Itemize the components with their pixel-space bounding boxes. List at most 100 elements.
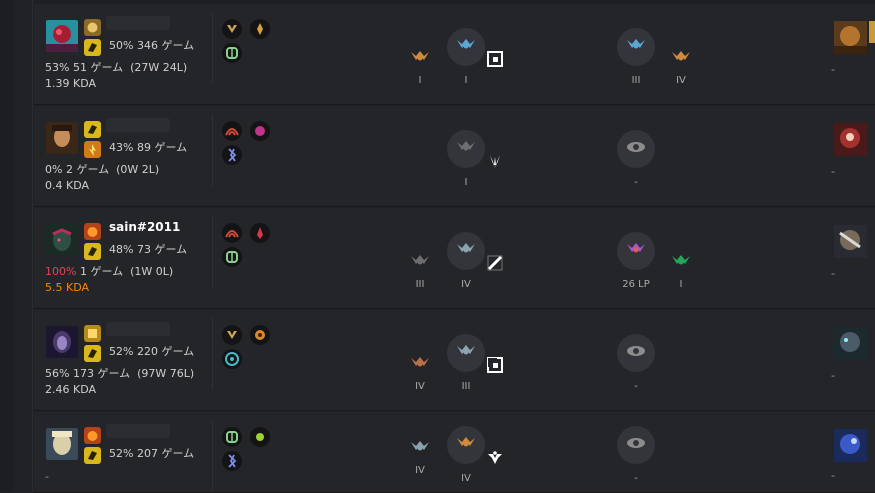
recent-record: - [45, 470, 49, 483]
rank-emblem-icon [411, 441, 429, 451]
rank-tier: IV [676, 75, 686, 86]
champion-winrate: 50% 346 ゲーム [109, 39, 195, 52]
player-row[interactable]: 52% 220 ゲーム 56% 173 ゲーム (97W 76L) 2.46 K… [34, 310, 875, 411]
rank-tier: III [415, 279, 425, 290]
rank-badge-unranked [617, 426, 655, 464]
rank-tier: IV [415, 465, 425, 476]
enemy-stat: - [831, 469, 835, 482]
resolve-rune-icon [222, 427, 242, 447]
rank-tier: I [464, 177, 468, 188]
enemy-stat: - [831, 165, 835, 178]
left-sidebar [0, 0, 14, 492]
summoner-spell-icon [84, 345, 101, 362]
secondary-rune-icon [250, 427, 270, 447]
divider [212, 318, 213, 390]
champion-icon[interactable] [46, 428, 78, 460]
rank-tier: I [418, 75, 422, 86]
divider [212, 114, 213, 186]
rank-tier: IV [461, 279, 471, 290]
enemy-champion-icon[interactable] [834, 429, 867, 462]
champion-icon[interactable] [46, 122, 78, 154]
enemy-stat: - [831, 267, 835, 280]
summoner-spell-icon [84, 243, 101, 260]
rank-tier: III [631, 75, 641, 86]
recent-record: 56% 173 ゲーム (97W 76L) [45, 367, 195, 380]
kda: 5.5 KDA [45, 281, 90, 294]
rank-tier: IV [415, 381, 425, 392]
domination-rune-icon [222, 121, 242, 141]
sorcery-rune-icon [222, 145, 242, 165]
rank-emblem-icon [411, 255, 429, 265]
player-row[interactable]: sain#2011 48% 73 ゲーム 100% 1 ゲーム (1W 0L) … [34, 208, 875, 309]
secondary-rune-icon [250, 121, 270, 141]
position-support-icon [488, 451, 502, 464]
champion-icon[interactable] [46, 224, 78, 256]
divider [212, 12, 213, 84]
player-row[interactable]: 52% 207 ゲーム - IV IV - - [34, 412, 875, 493]
rank-tier: - [634, 381, 638, 392]
rank-badge [447, 28, 485, 66]
champion-icon[interactable] [46, 326, 78, 358]
position-top-icon [487, 51, 503, 67]
secondary-rune-icon [250, 19, 270, 39]
rank-emblem-icon [672, 51, 690, 61]
rank-tier: IV [461, 473, 471, 484]
rank-tier: - [634, 473, 638, 484]
summoner-spell-icon [84, 39, 101, 56]
divider [212, 216, 213, 288]
position-bot-icon [487, 357, 503, 373]
kda: 0.4 KDA [45, 179, 90, 192]
summoner-spell-icon [84, 223, 101, 240]
rank-lp: 26 LP [622, 279, 650, 290]
enemy-spell-edge [869, 21, 875, 43]
player-name-redacted [106, 118, 170, 132]
enemy-champion-icon[interactable] [834, 327, 867, 360]
player-name-redacted [106, 424, 170, 438]
rank-emblem-icon [411, 51, 429, 61]
enemy-stat: - [831, 369, 835, 382]
enemy-champion-icon[interactable] [834, 21, 867, 54]
rank-tier: - [634, 177, 638, 188]
rank-tier: I [464, 75, 468, 86]
rank-emblem-icon [411, 357, 429, 367]
recent-record: 100% 1 ゲーム (1W 0L) [45, 265, 174, 278]
player-row[interactable]: 50% 346 ゲーム 53% 51 ゲーム (27W 24L) 1.39 KD… [34, 4, 875, 105]
rank-badge [617, 28, 655, 66]
player-name-redacted [106, 16, 170, 30]
rank-badge [447, 232, 485, 270]
enemy-champion-icon[interactable] [834, 123, 867, 156]
recent-record: 0% 2 ゲーム (0W 2L) [45, 163, 160, 176]
champion-winrate: 48% 73 ゲーム [109, 243, 188, 256]
summoner-spell-icon [84, 121, 101, 138]
kda: 2.46 KDA [45, 383, 97, 396]
secondary-rune-icon [250, 223, 270, 243]
domination-rune-icon [222, 223, 242, 243]
champion-winrate: 43% 89 ゲーム [109, 141, 188, 154]
enemy-stat: - [831, 63, 835, 76]
position-mid-icon [487, 255, 503, 271]
rank-badge [617, 232, 655, 270]
rank-badge-unranked [617, 130, 655, 168]
secondary-rune-icon [250, 325, 270, 345]
rank-tier: III [461, 381, 471, 392]
player-name-redacted [106, 322, 170, 336]
keystone-rune-icon [222, 19, 242, 39]
resolve-rune-icon [222, 247, 242, 267]
player-name[interactable]: sain#2011 [109, 220, 180, 234]
enemy-champion-icon[interactable] [834, 225, 867, 258]
rank-badge [447, 130, 485, 168]
player-row[interactable]: 43% 89 ゲーム 0% 2 ゲーム (0W 2L) 0.4 KDA I - … [34, 106, 875, 207]
divider [212, 420, 213, 492]
keystone-rune-icon [222, 325, 242, 345]
kda: 1.39 KDA [45, 77, 97, 90]
rank-badge-unranked [617, 334, 655, 372]
sorcery-rune-icon [222, 451, 242, 471]
summoner-spell-icon [84, 447, 101, 464]
inspiration-rune-icon [222, 349, 242, 369]
champion-winrate: 52% 220 ゲーム [109, 345, 195, 358]
rank-tier: I [679, 279, 683, 290]
champion-icon[interactable] [46, 20, 78, 52]
rank-emblem-icon [672, 255, 690, 265]
resolve-rune-icon [222, 43, 242, 63]
summoner-spell-icon [84, 427, 101, 444]
